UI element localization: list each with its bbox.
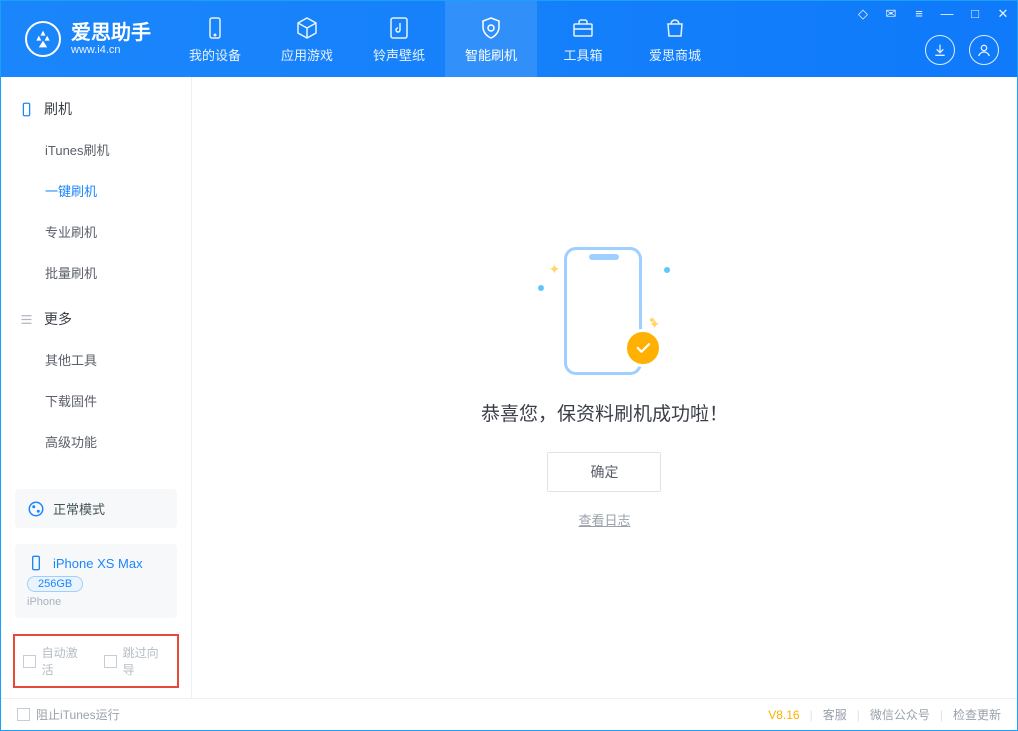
feedback-icon[interactable]: ✉ — [883, 5, 899, 21]
list-icon — [19, 312, 34, 327]
success-illustration: ✦ ✦ — [524, 247, 684, 377]
device-type: iPhone — [27, 596, 61, 608]
header-actions — [925, 35, 999, 65]
checkbox-label: 自动激活 — [42, 644, 88, 678]
device-name: iPhone XS Max — [53, 556, 143, 571]
result-title: 恭喜您，保资料刷机成功啦！ — [481, 399, 728, 426]
mode-icon — [27, 500, 45, 518]
sidebar-section-flash: 刷机 iTunes刷机 一键刷机 专业刷机 批量刷机 — [1, 89, 191, 293]
nav-store[interactable]: 爱思商城 — [629, 1, 721, 77]
footer-link-support[interactable]: 客服 — [823, 706, 847, 723]
sidebar-header-label: 更多 — [44, 309, 72, 329]
device-icon — [27, 554, 45, 572]
status-bar: 阻止iTunes运行 V8.16 | 客服 | 微信公众号 | 检查更新 — [1, 698, 1017, 730]
music-icon — [386, 15, 412, 41]
sidebar-item-advanced[interactable]: 高级功能 — [1, 421, 191, 462]
close-button[interactable]: ✕ — [995, 5, 1011, 21]
checkbox-icon — [17, 708, 30, 721]
sidebar-item-pro-flash[interactable]: 专业刷机 — [1, 211, 191, 252]
mode-label: 正常模式 — [53, 499, 105, 518]
cube-icon — [294, 15, 320, 41]
auto-activate-checkbox[interactable]: 自动激活 — [23, 644, 88, 678]
mode-box[interactable]: 正常模式 — [15, 489, 177, 528]
result-panel: ✦ ✦ 恭喜您，保资料刷机成功啦！ 确定 查看日志 — [481, 247, 728, 529]
view-log-link[interactable]: 查看日志 — [578, 510, 630, 529]
sidebar-item-batch-flash[interactable]: 批量刷机 — [1, 252, 191, 293]
nav-smart-flash[interactable]: 智能刷机 — [445, 1, 537, 77]
logo-area: 爱思助手 www.i4.cn — [1, 21, 169, 57]
sidebar-item-oneclick-flash[interactable]: 一键刷机 — [1, 170, 191, 211]
checkbox-icon — [23, 655, 36, 668]
sidebar-section-more: 更多 其他工具 下载固件 高级功能 — [1, 299, 191, 462]
sidebar-item-download-firmware[interactable]: 下载固件 — [1, 380, 191, 421]
block-itunes-checkbox[interactable]: 阻止iTunes运行 — [17, 706, 120, 723]
device-storage-badge: 256GB — [27, 576, 83, 592]
brand-name: 爱思助手 — [71, 22, 151, 44]
checkbox-label: 阻止iTunes运行 — [36, 706, 120, 723]
nav-label: 应用游戏 — [281, 45, 333, 64]
sidebar: 刷机 iTunes刷机 一键刷机 专业刷机 批量刷机 更多 其他工具 下载固件 … — [1, 77, 192, 698]
main-content: ✦ ✦ 恭喜您，保资料刷机成功啦！ 确定 查看日志 — [192, 77, 1017, 698]
window-controls: ◇ ✉ ≡ — □ ✕ — [855, 5, 1011, 21]
checkbox-icon — [104, 655, 117, 668]
nav-label: 铃声壁纸 — [373, 45, 425, 64]
footer-link-wechat[interactable]: 微信公众号 — [870, 706, 930, 723]
nav-toolbox[interactable]: 工具箱 — [537, 1, 629, 77]
version-label: V8.16 — [768, 708, 799, 722]
sparkle-icon — [538, 285, 544, 291]
star-icon: ✦ — [649, 316, 661, 333]
skin-icon[interactable]: ◇ — [855, 5, 871, 21]
app-header: 爱思助手 www.i4.cn 我的设备 应用游戏 铃声壁纸 智能刷机 工具箱 爱… — [1, 1, 1017, 77]
checkbox-label: 跳过向导 — [123, 644, 169, 678]
minimize-button[interactable]: — — [939, 5, 955, 21]
nav-my-device[interactable]: 我的设备 — [169, 1, 261, 77]
nav-label: 爱思商城 — [649, 45, 701, 64]
shield-refresh-icon — [478, 15, 504, 41]
logo-text: 爱思助手 www.i4.cn — [71, 22, 151, 56]
download-button[interactable] — [925, 35, 955, 65]
skip-guide-checkbox[interactable]: 跳过向导 — [104, 644, 169, 678]
app-body: 刷机 iTunes刷机 一键刷机 专业刷机 批量刷机 更多 其他工具 下载固件 … — [1, 77, 1017, 698]
top-nav: 我的设备 应用游戏 铃声壁纸 智能刷机 工具箱 爱思商城 — [169, 1, 721, 77]
brand-site: www.i4.cn — [71, 44, 151, 56]
nav-ringtones-wallpapers[interactable]: 铃声壁纸 — [353, 1, 445, 77]
maximize-button[interactable]: □ — [967, 5, 983, 21]
menu-icon[interactable]: ≡ — [911, 5, 927, 21]
sparkle-icon — [664, 267, 670, 273]
nav-apps-games[interactable]: 应用游戏 — [261, 1, 353, 77]
star-icon: ✦ — [548, 261, 560, 278]
sidebar-header-flash[interactable]: 刷机 — [1, 89, 191, 129]
nav-label: 智能刷机 — [465, 45, 517, 64]
nav-label: 工具箱 — [563, 45, 602, 64]
app-logo-icon — [25, 21, 61, 57]
footer-link-update[interactable]: 检查更新 — [953, 706, 1001, 723]
toolbox-icon — [570, 15, 596, 41]
device-box[interactable]: iPhone XS Max 256GB iPhone — [15, 544, 177, 618]
bag-icon — [662, 15, 688, 41]
confirm-button[interactable]: 确定 — [547, 452, 661, 492]
sidebar-header-more[interactable]: 更多 — [1, 299, 191, 339]
user-button[interactable] — [969, 35, 999, 65]
nav-label: 我的设备 — [189, 45, 241, 64]
highlighted-options: 自动激活 跳过向导 — [13, 634, 179, 688]
check-badge-icon — [624, 329, 662, 367]
sidebar-header-label: 刷机 — [44, 99, 72, 119]
phone-icon — [202, 15, 228, 41]
phone-small-icon — [19, 102, 34, 117]
footer-right: V8.16 | 客服 | 微信公众号 | 检查更新 — [768, 706, 1001, 723]
sidebar-item-itunes-flash[interactable]: iTunes刷机 — [1, 129, 191, 170]
sidebar-item-other-tools[interactable]: 其他工具 — [1, 339, 191, 380]
